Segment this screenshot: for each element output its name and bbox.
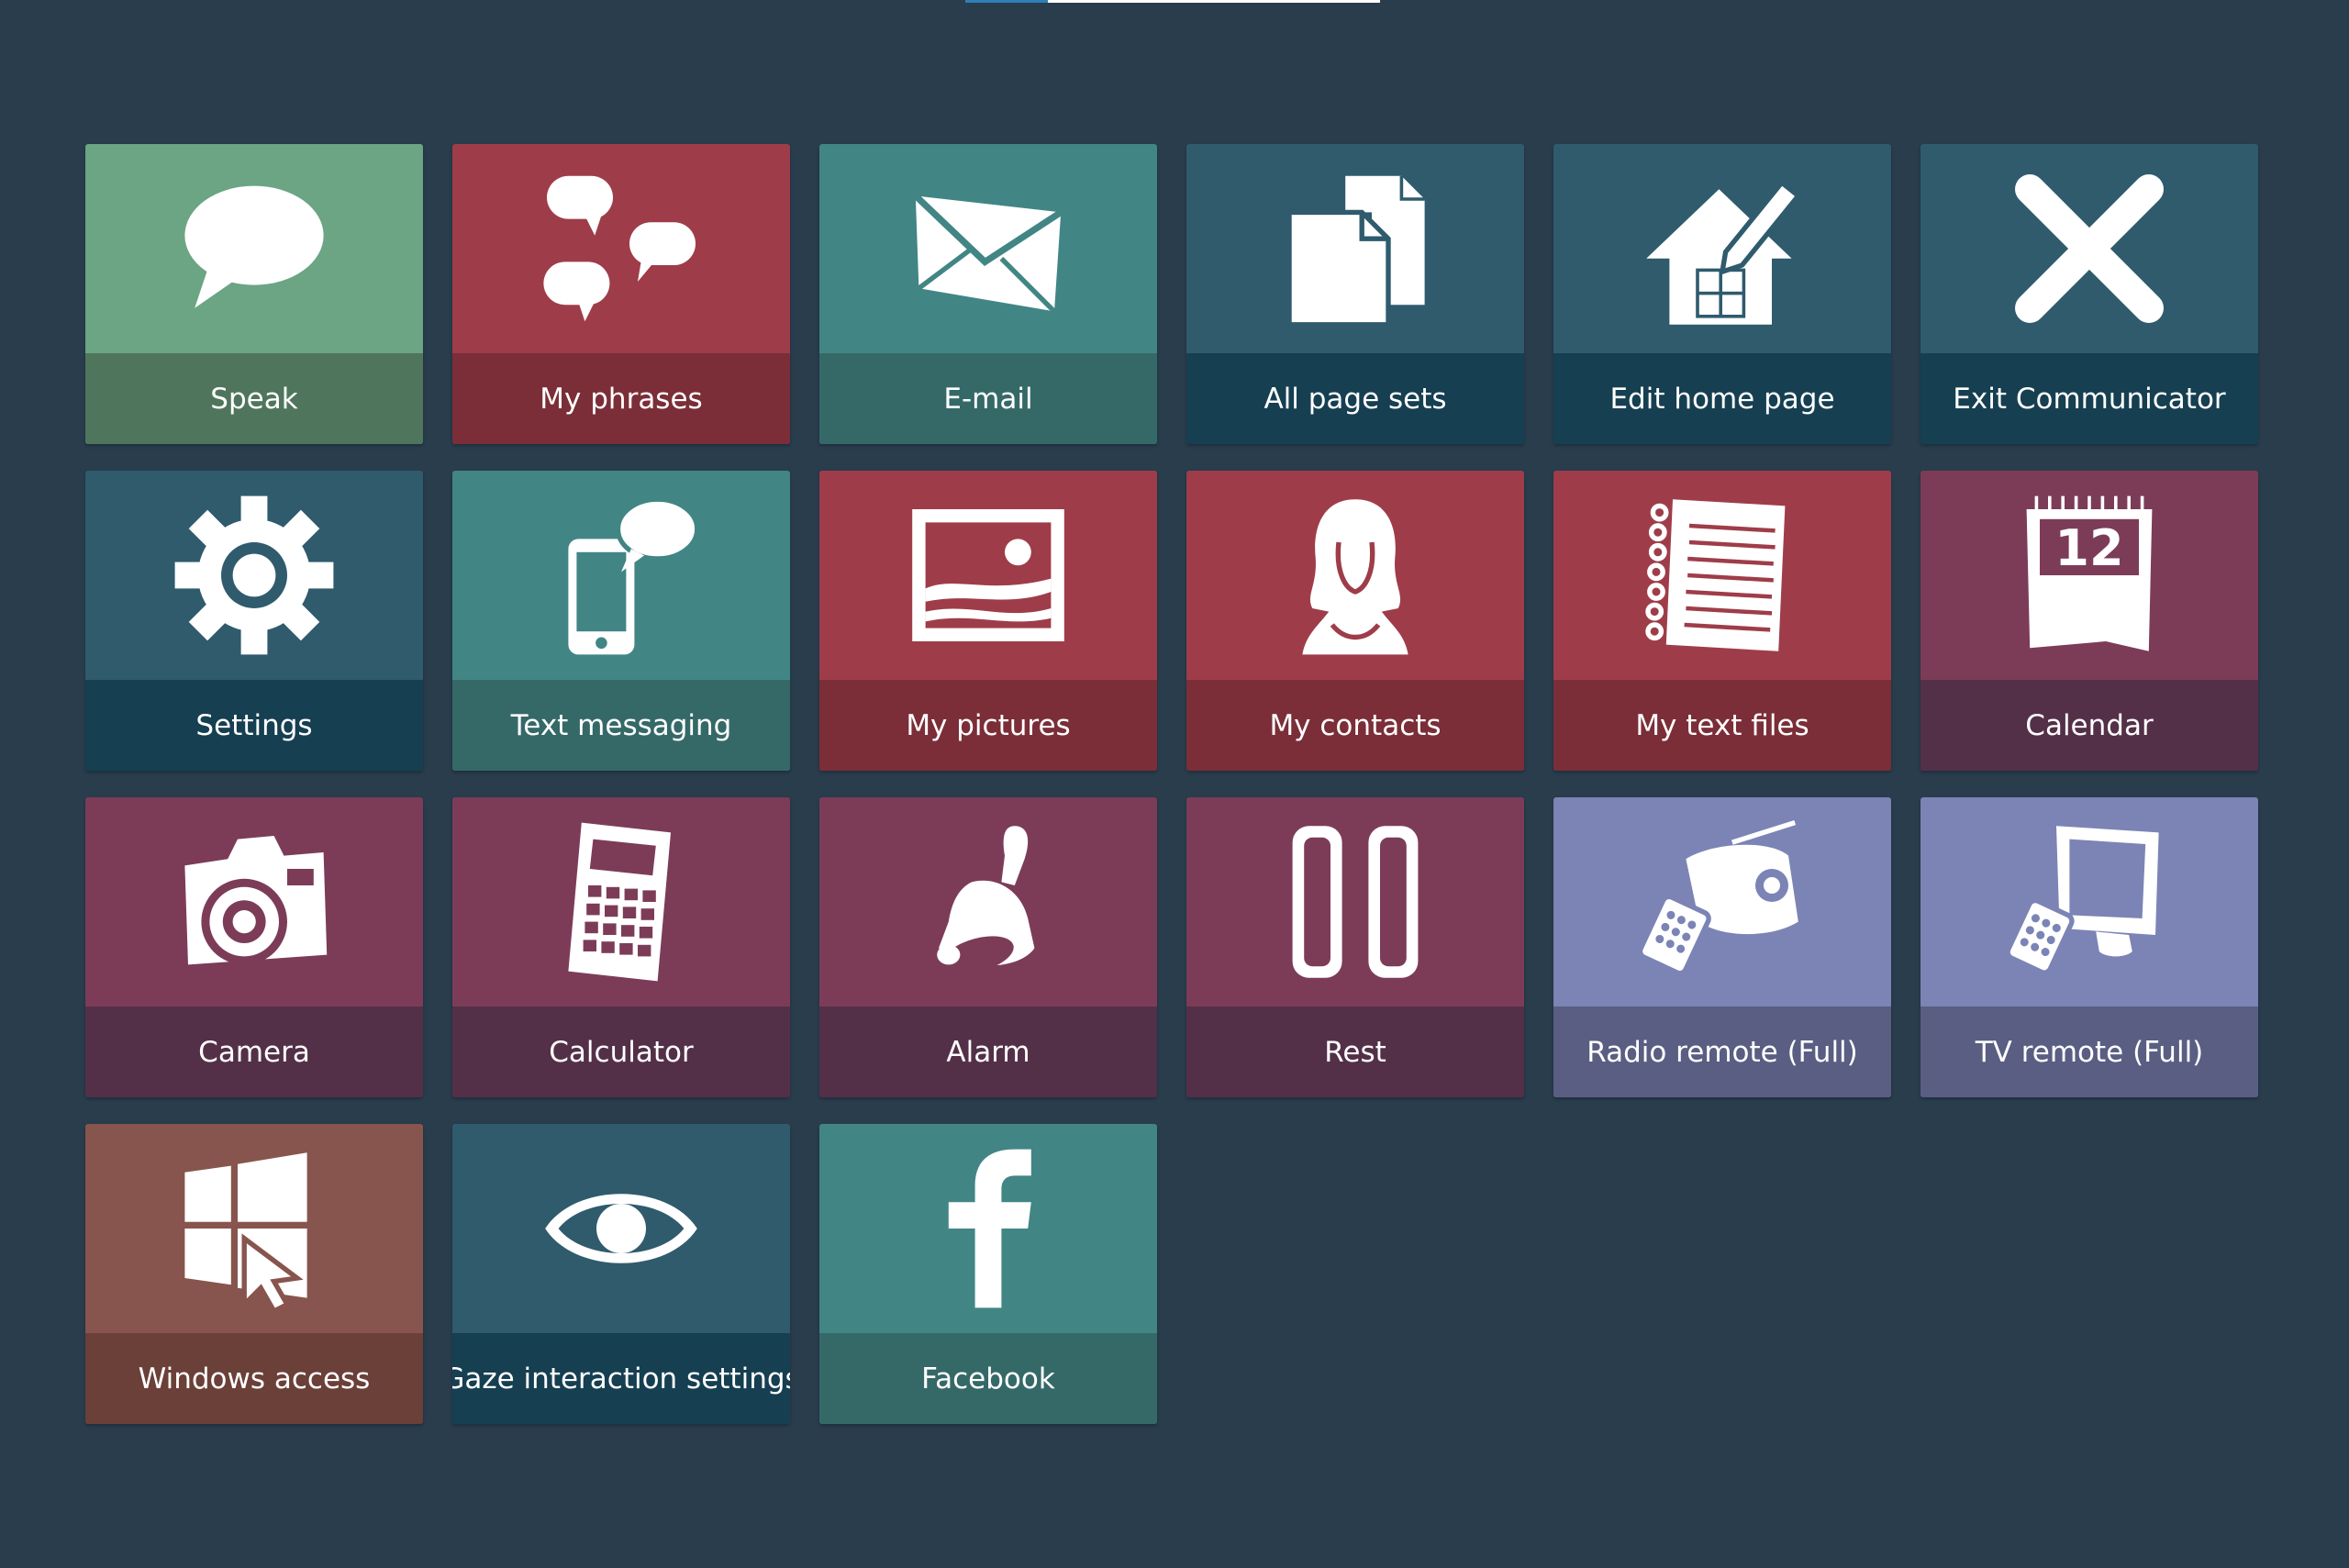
calendar-date-text: 12	[2054, 519, 2123, 577]
tile-rest[interactable]: Rest	[1186, 797, 1524, 1097]
tile-label: Alarm	[819, 1006, 1157, 1097]
person-icon	[1186, 471, 1524, 680]
tile-speak[interactable]: Speak	[85, 144, 423, 444]
camera-icon	[85, 797, 423, 1006]
tile-text-messaging[interactable]: Text messaging	[452, 471, 790, 771]
tile-label: E-mail	[819, 353, 1157, 444]
facebook-icon	[819, 1124, 1157, 1333]
home-page-grid: Speak My phrases E-mail All page sets Ed…	[85, 144, 2258, 1424]
radio-remote-icon	[1553, 797, 1891, 1006]
tile-label: Calculator	[452, 1006, 790, 1097]
tile-windows-access[interactable]: Windows access	[85, 1124, 423, 1424]
tile-tv-remote[interactable]: TV remote (Full)	[1920, 797, 2258, 1097]
tile-label: My text files	[1553, 680, 1891, 771]
chat-bubbles-icon	[452, 144, 790, 353]
tile-my-text-files[interactable]: My text files	[1553, 471, 1891, 771]
tile-label: All page sets	[1186, 353, 1524, 444]
tile-radio-remote[interactable]: Radio remote (Full)	[1553, 797, 1891, 1097]
tile-label: Settings	[85, 680, 423, 771]
picture-icon	[819, 471, 1157, 680]
documents-icon	[1186, 144, 1524, 353]
tile-facebook[interactable]: Facebook	[819, 1124, 1157, 1424]
tile-label: My contacts	[1186, 680, 1524, 771]
tile-settings[interactable]: Settings	[85, 471, 423, 771]
bell-icon	[819, 797, 1157, 1006]
gear-icon	[85, 471, 423, 680]
tile-label: Gaze interaction settings	[452, 1333, 790, 1424]
tile-email[interactable]: E-mail	[819, 144, 1157, 444]
close-icon	[1920, 144, 2258, 353]
tile-all-page-sets[interactable]: All page sets	[1186, 144, 1524, 444]
tile-label: Text messaging	[452, 680, 790, 771]
tile-alarm[interactable]: Alarm	[819, 797, 1157, 1097]
tile-label: My pictures	[819, 680, 1157, 771]
tile-label: Windows access	[85, 1333, 423, 1424]
tile-label: Facebook	[819, 1333, 1157, 1424]
tile-my-pictures[interactable]: My pictures	[819, 471, 1157, 771]
notebook-icon	[1553, 471, 1891, 680]
speech-bubble-icon	[85, 144, 423, 353]
tile-label: TV remote (Full)	[1920, 1006, 2258, 1097]
page-progress-bar	[965, 0, 1380, 3]
tile-my-phrases[interactable]: My phrases	[452, 144, 790, 444]
tile-edit-home-page[interactable]: Edit home page	[1553, 144, 1891, 444]
house-pencil-icon	[1553, 144, 1891, 353]
tile-label: Speak	[85, 353, 423, 444]
tile-camera[interactable]: Camera	[85, 797, 423, 1097]
calculator-icon	[452, 797, 790, 1006]
tile-label: My phrases	[452, 353, 790, 444]
phone-chat-icon	[452, 471, 790, 680]
windows-cursor-icon	[85, 1124, 423, 1333]
tile-calculator[interactable]: Calculator	[452, 797, 790, 1097]
calendar-icon: 12	[1920, 471, 2258, 680]
eye-icon	[452, 1124, 790, 1333]
tile-calendar[interactable]: 12 Calendar	[1920, 471, 2258, 771]
page-progress-fill	[965, 0, 1049, 3]
tile-label: Calendar	[1920, 680, 2258, 771]
tile-my-contacts[interactable]: My contacts	[1186, 471, 1524, 771]
tile-label: Camera	[85, 1006, 423, 1097]
tile-gaze-interaction-settings[interactable]: Gaze interaction settings	[452, 1124, 790, 1424]
envelope-icon	[819, 144, 1157, 353]
tile-exit-communicator[interactable]: Exit Communicator	[1920, 144, 2258, 444]
tile-label: Exit Communicator	[1920, 353, 2258, 444]
tile-label: Rest	[1186, 1006, 1524, 1097]
tile-label: Radio remote (Full)	[1553, 1006, 1891, 1097]
tile-label: Edit home page	[1553, 353, 1891, 444]
tv-remote-icon	[1920, 797, 2258, 1006]
pause-icon	[1186, 797, 1524, 1006]
